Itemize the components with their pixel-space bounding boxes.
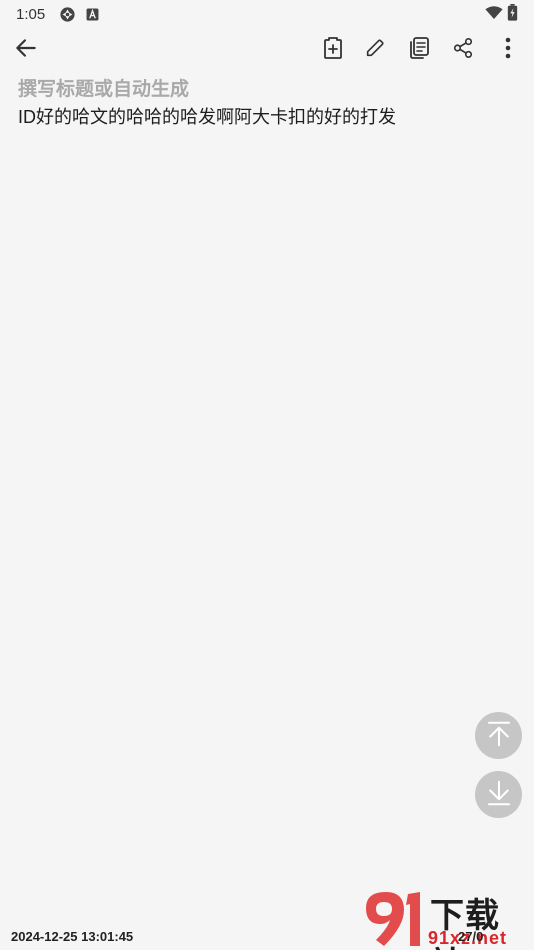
wifi-icon	[485, 5, 503, 24]
note-title-input[interactable]: 撰写标题或自动生成	[18, 74, 189, 101]
keyboard-a-icon	[86, 8, 99, 21]
status-time: 1:05	[16, 5, 46, 23]
watermark-91-mark	[366, 892, 420, 946]
toolbar	[0, 28, 534, 72]
more-options-button[interactable]	[488, 28, 528, 72]
scroll-to-bottom-button[interactable]	[475, 771, 522, 818]
arrow-to-bottom-icon	[484, 778, 514, 812]
more-vert-icon	[504, 37, 512, 63]
battery-icon	[507, 3, 518, 25]
share-button[interactable]	[443, 28, 483, 72]
back-arrow-icon	[13, 35, 39, 65]
arrow-to-top-icon	[484, 719, 514, 753]
share-icon	[452, 37, 474, 63]
site-watermark-logo: 下载站 91xz.net	[362, 888, 534, 950]
add-file-button[interactable]	[313, 28, 353, 72]
edit-button[interactable]	[355, 28, 395, 72]
back-button[interactable]	[6, 28, 46, 72]
status-right-icons	[485, 3, 518, 25]
status-bar: 1:05	[0, 0, 534, 28]
note-body-text[interactable]: ID好的哈文的哈哈的哈发啊阿大卡扣的好的打发	[18, 105, 516, 129]
add-file-icon	[322, 36, 344, 64]
settings-sync-icon	[59, 6, 76, 23]
scroll-to-top-button[interactable]	[475, 712, 522, 759]
note-timestamp: 2024-12-25 13:01:45	[11, 929, 134, 944]
char-count: 27/0	[458, 929, 484, 944]
copy-button[interactable]	[399, 28, 439, 72]
copy-icon	[407, 36, 431, 64]
note-editor-screen: 1:05 撰写标题或自动生成 ID好的哈文的哈哈的哈发啊阿大卡扣的好的打发 20…	[0, 0, 534, 950]
edit-pencil-icon	[364, 37, 386, 63]
